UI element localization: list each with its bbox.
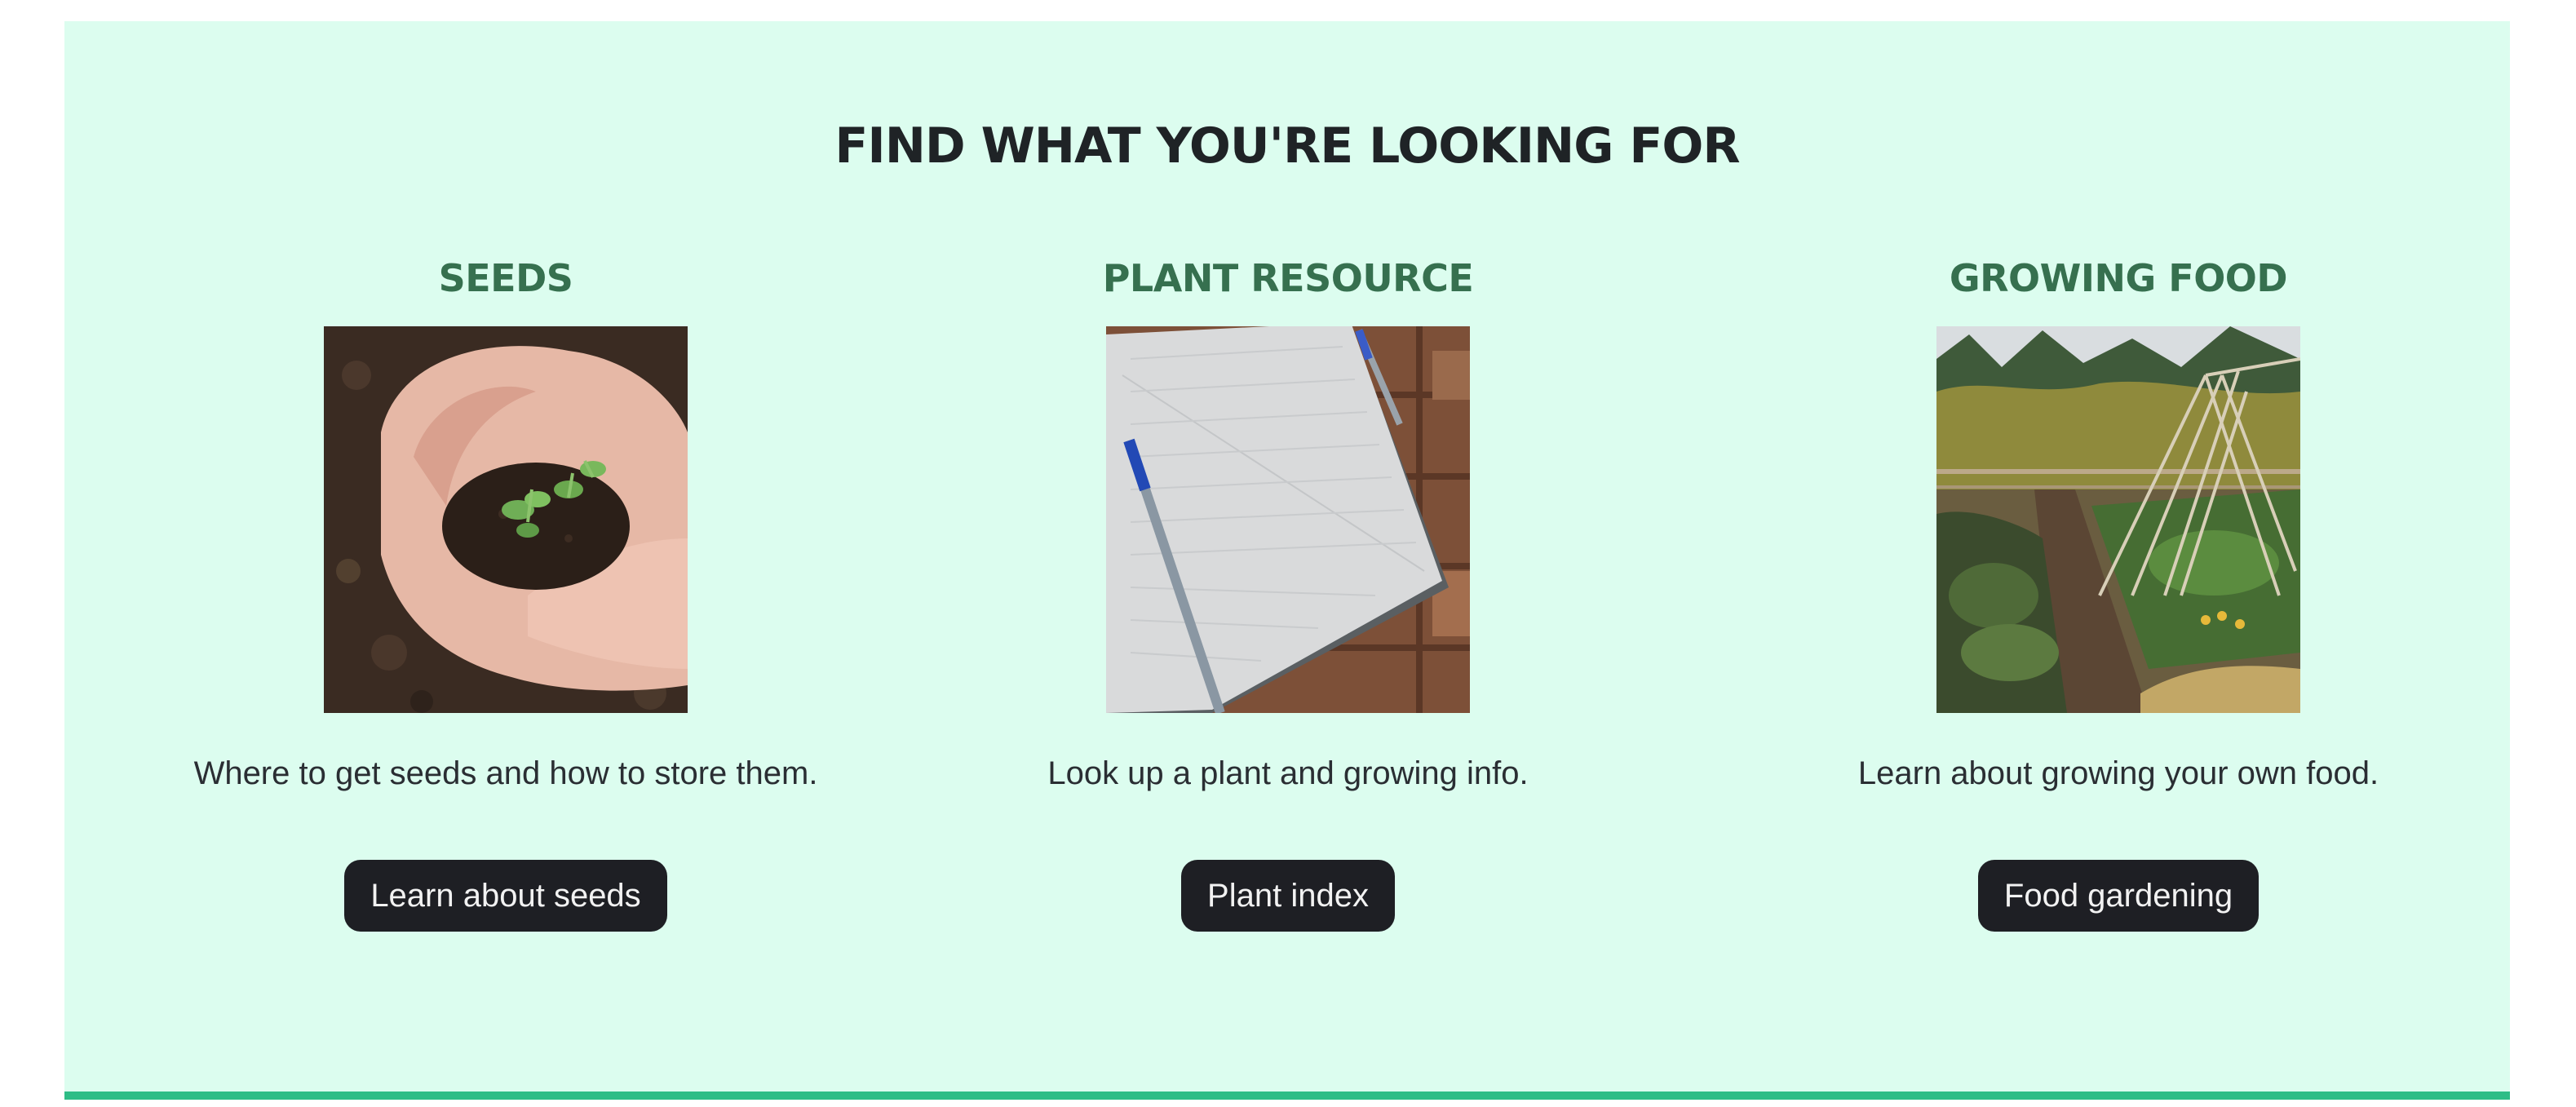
section-title: FIND WHAT YOU'RE LOOKING FOR xyxy=(834,117,1740,175)
plant-index-button[interactable]: Plant index xyxy=(1181,860,1395,932)
card-plant-resource: PLANT RESOURCE Look up a plant and growi… xyxy=(880,241,1696,932)
plant-resource-image xyxy=(1106,326,1470,713)
learn-about-seeds-button[interactable]: Learn about seeds xyxy=(344,860,667,932)
card-seeds: SEEDS Where to get seeds and how to stor… xyxy=(98,241,914,932)
card-description: Where to get seeds and how to store them… xyxy=(193,755,818,791)
growing-food-image xyxy=(1936,326,2300,713)
vegetable-garden-photo xyxy=(1936,326,2300,713)
food-gardening-button[interactable]: Food gardening xyxy=(1977,860,2260,932)
find-section: FIND WHAT YOU'RE LOOKING FOR SEEDS Where… xyxy=(64,21,2510,1100)
card-description: Look up a plant and growing info. xyxy=(1047,755,1529,791)
bottom-accent-bar xyxy=(64,1092,2510,1100)
card-description: Learn about growing your own food. xyxy=(1857,755,2379,791)
hands-seedlings-photo xyxy=(324,326,688,713)
notebook-pen-photo xyxy=(1106,326,1470,713)
card-heading: SEEDS xyxy=(438,256,573,300)
seeds-image xyxy=(324,326,688,713)
card-heading: GROWING FOOD xyxy=(1949,256,2288,300)
card-heading: PLANT RESOURCE xyxy=(1102,256,1474,300)
card-growing-food: GROWING FOOD Learn about growing your ow… xyxy=(1711,241,2526,932)
